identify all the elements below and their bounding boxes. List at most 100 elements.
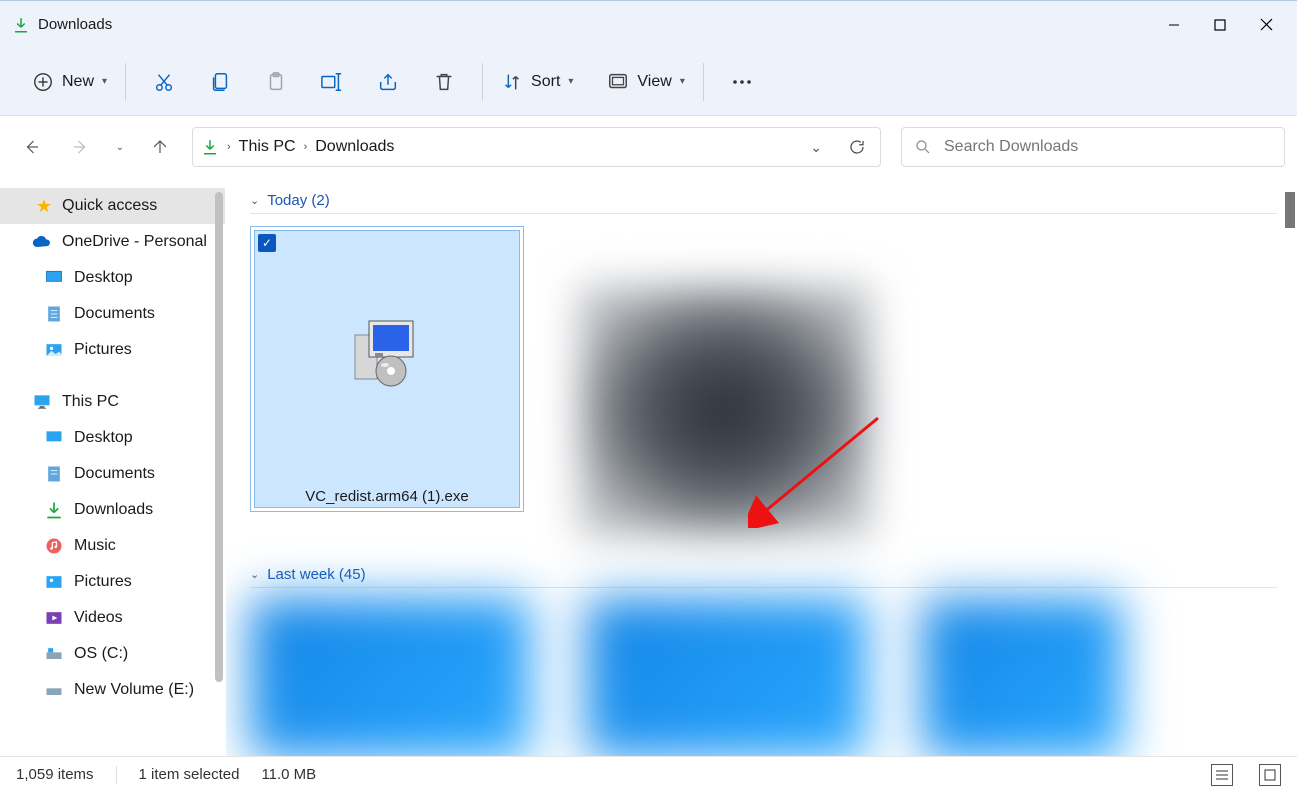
sort-button[interactable]: Sort ▾: [493, 62, 581, 102]
status-size: 11.0 MB: [261, 766, 316, 783]
breadcrumb-downloads[interactable]: Downloads: [315, 138, 394, 156]
content-scrollbar[interactable]: [1285, 192, 1295, 228]
up-button[interactable]: [140, 127, 180, 167]
group-header-last-week[interactable]: ⌄ Last week (45): [250, 566, 1277, 588]
file-item-redacted[interactable]: [250, 598, 530, 756]
file-item-selected[interactable]: ✓ VC_redist.arm64 (1).exe: [250, 226, 524, 512]
chevron-down-icon: ⌄: [250, 568, 259, 581]
sidebar-item-videos[interactable]: Videos: [0, 600, 225, 636]
view-button[interactable]: View ▾: [599, 62, 692, 102]
sidebar-label: Desktop: [74, 269, 133, 287]
refresh-button[interactable]: [848, 138, 866, 156]
pictures-icon: [44, 340, 64, 360]
chevron-down-icon: ▾: [680, 76, 685, 87]
downloads-title-icon: [12, 16, 30, 34]
delete-button[interactable]: [416, 62, 472, 102]
sidebar-label: Documents: [74, 465, 155, 483]
address-dropdown-button[interactable]: ⌄: [810, 139, 822, 156]
navigation-row: ⌄ › This PC › Downloads ⌄: [0, 116, 1297, 178]
sidebar-label: Pictures: [74, 573, 132, 591]
sidebar-item-drive-c[interactable]: OS (C:): [0, 636, 225, 672]
search-icon: [914, 138, 932, 156]
file-item-redacted[interactable]: [580, 286, 870, 536]
separator: [116, 766, 117, 784]
documents-icon: [44, 304, 64, 324]
chevron-down-icon: ▾: [568, 76, 573, 87]
sidebar-item-music[interactable]: Music: [0, 528, 225, 564]
search-input[interactable]: [901, 127, 1285, 167]
drive-icon: [44, 644, 64, 664]
sidebar-label: OneDrive - Personal: [62, 233, 207, 251]
file-item-redacted[interactable]: [922, 598, 1122, 756]
sidebar-item-pictures-pc[interactable]: Pictures: [0, 564, 225, 600]
share-button[interactable]: [360, 62, 416, 102]
chevron-down-icon: ⌄: [250, 194, 259, 207]
chevron-down-icon: ▾: [102, 76, 107, 87]
sidebar-item-this-pc[interactable]: This PC: [0, 384, 225, 420]
documents-icon: [44, 464, 64, 484]
desktop-icon: [44, 268, 64, 288]
sidebar-item-quick-access[interactable]: ★ Quick access: [0, 188, 225, 224]
sidebar-label: Music: [74, 537, 116, 555]
sidebar-item-documents[interactable]: Documents: [0, 296, 225, 332]
sidebar-label: New Volume (E:): [74, 681, 194, 699]
sidebar-scrollbar[interactable]: [215, 192, 223, 682]
search-field[interactable]: [944, 138, 1272, 156]
star-icon: ★: [36, 196, 52, 217]
checkbox-checked-icon[interactable]: ✓: [258, 234, 276, 252]
content-pane: ⌄ Today (2) ✓: [226, 178, 1297, 756]
chevron-down-icon: ⌄: [116, 142, 124, 153]
status-item-count: 1,059 items: [16, 766, 94, 783]
title-bar: Downloads: [0, 0, 1297, 48]
sidebar-item-pictures[interactable]: Pictures: [0, 332, 225, 368]
rename-button[interactable]: [304, 62, 360, 102]
window-title: Downloads: [38, 16, 112, 33]
sidebar-item-onedrive[interactable]: OneDrive - Personal: [0, 224, 225, 260]
thumbnails-view-button[interactable]: [1259, 764, 1281, 786]
sidebar-item-desktop[interactable]: Desktop: [0, 260, 225, 296]
group-header-today[interactable]: ⌄ Today (2): [250, 192, 1277, 214]
drive-icon: [44, 680, 64, 700]
paste-button[interactable]: [248, 62, 304, 102]
monitor-icon: [32, 392, 52, 412]
back-button[interactable]: [12, 127, 52, 167]
separator: [482, 63, 483, 101]
music-icon: [44, 536, 64, 556]
sidebar-label: Documents: [74, 305, 155, 323]
breadcrumb-this-pc[interactable]: This PC: [239, 138, 296, 156]
file-name: VC_redist.arm64 (1).exe: [255, 484, 519, 507]
close-button[interactable]: [1243, 5, 1289, 45]
sidebar-label: Quick access: [62, 197, 157, 215]
more-button[interactable]: [714, 62, 770, 102]
sidebar-item-documents-pc[interactable]: Documents: [0, 456, 225, 492]
sidebar-item-downloads[interactable]: Downloads: [0, 492, 225, 528]
installer-icon: [349, 315, 425, 391]
recent-locations-button[interactable]: ⌄: [108, 127, 132, 167]
sidebar-label: Downloads: [74, 501, 153, 519]
sidebar-item-drive-e[interactable]: New Volume (E:): [0, 672, 225, 708]
separator: [125, 63, 126, 101]
new-button-label: New: [62, 73, 94, 91]
view-button-label: View: [637, 73, 671, 91]
cut-button[interactable]: [136, 62, 192, 102]
sidebar-label: Desktop: [74, 429, 133, 447]
file-item-redacted[interactable]: [586, 598, 866, 756]
sidebar-item-desktop-pc[interactable]: Desktop: [0, 420, 225, 456]
copy-button[interactable]: [192, 62, 248, 102]
address-bar[interactable]: › This PC › Downloads ⌄: [192, 127, 881, 167]
maximize-button[interactable]: [1197, 5, 1243, 45]
navigation-pane: ★ Quick access OneDrive - Personal Deskt…: [0, 178, 226, 756]
chevron-right-icon[interactable]: ›: [227, 141, 231, 153]
videos-icon: [44, 608, 64, 628]
forward-button[interactable]: [60, 127, 100, 167]
details-view-button[interactable]: [1211, 764, 1233, 786]
sort-button-label: Sort: [531, 73, 560, 91]
toolbar: New ▾ Sort ▾ View ▾: [0, 48, 1297, 116]
new-button[interactable]: New ▾: [24, 62, 115, 102]
group-label: Last week (45): [267, 566, 365, 583]
minimize-button[interactable]: [1151, 5, 1197, 45]
status-bar: 1,059 items 1 item selected 11.0 MB: [0, 756, 1297, 792]
pictures-icon: [44, 572, 64, 592]
sidebar-label: Pictures: [74, 341, 132, 359]
chevron-right-icon[interactable]: ›: [304, 141, 308, 153]
